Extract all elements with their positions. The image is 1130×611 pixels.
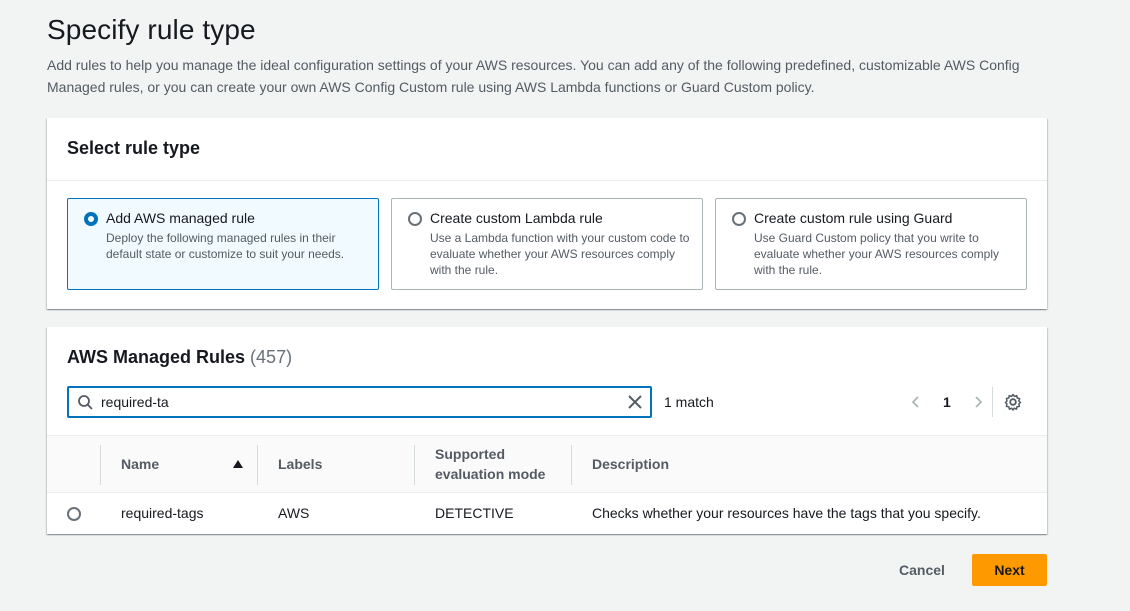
aws-managed-rules-panel: AWS Managed Rules (457) 1 match 1 Name [47,327,1047,534]
page-title: Specify rule type [47,14,256,45]
column-header-labels[interactable]: Labels [278,436,408,492]
chevron-left-icon[interactable] [909,395,923,409]
radio-add-aws-managed-rule[interactable] [84,212,98,226]
clear-icon[interactable] [626,393,644,411]
cancel-button[interactable]: Cancel [886,554,958,586]
tile-create-custom-lambda-rule[interactable]: Create custom Lambda rule Use a Lambda f… [391,198,703,290]
select-rule-type-header: Select rule type [47,118,1047,181]
column-header-label: Name [121,456,160,472]
column-header-mode[interactable]: Supported evaluation mode [435,436,563,492]
radio-create-custom-rule-guard[interactable] [732,212,746,226]
cell-description: Checks whether your resources have the t… [592,505,981,521]
managed-rules-title: AWS Managed Rules [67,347,246,367]
column-divider [257,445,258,485]
page-description: Add rules to help you manage the ideal c… [47,57,1020,95]
column-header-label: Description [592,456,670,472]
tile-title: Create custom rule using Guard [754,210,953,226]
managed-rules-header: AWS Managed Rules (457) [67,347,292,368]
chevron-right-icon[interactable] [971,395,985,409]
column-header-description[interactable]: Description [592,436,892,492]
next-button[interactable]: Next [972,554,1047,586]
tile-description: Use Guard Custom policy that you write t… [754,231,999,277]
match-count: 1 match [664,394,714,410]
column-header-name[interactable]: Name [121,436,241,492]
select-rule-type-panel: Select rule type Add AWS managed rule De… [47,118,1047,309]
tile-description: Deploy the following managed rules in th… [106,231,345,261]
table-row[interactable]: required-tags AWS DETECTIVE Checks wheth… [47,493,1047,533]
cell-name: required-tags [121,505,204,521]
column-divider [414,445,415,485]
page-number[interactable]: 1 [943,394,951,410]
search-input[interactable] [101,392,601,412]
sort-ascending-icon[interactable] [233,459,243,469]
tile-add-aws-managed-rule[interactable]: Add AWS managed rule Deploy the followin… [67,198,379,290]
column-divider [100,445,101,485]
search-box [67,386,652,418]
cell-mode: DETECTIVE [435,505,514,521]
column-header-label: Supported evaluation mode [435,446,546,482]
gear-icon[interactable] [1004,393,1022,411]
tile-description: Use a Lambda function with your custom c… [430,231,690,277]
radio-create-custom-lambda-rule[interactable] [408,212,422,226]
managed-rules-count: (457) [250,347,293,367]
cell-labels: AWS [278,505,310,521]
rule-type-tiles: Add AWS managed rule Deploy the followin… [67,198,1027,290]
tile-title: Add AWS managed rule [106,210,255,226]
table-header: Name Labels Supported evaluation mode De… [47,435,1047,493]
pagination: 1 [909,389,985,415]
tile-create-custom-rule-guard[interactable]: Create custom rule using Guard Use Guard… [715,198,1027,290]
column-header-label: Labels [278,456,323,472]
column-divider [571,445,572,485]
pager-divider [992,387,993,417]
search-icon [78,395,93,410]
row-select-radio[interactable] [67,507,81,521]
tile-title: Create custom Lambda rule [430,210,603,226]
